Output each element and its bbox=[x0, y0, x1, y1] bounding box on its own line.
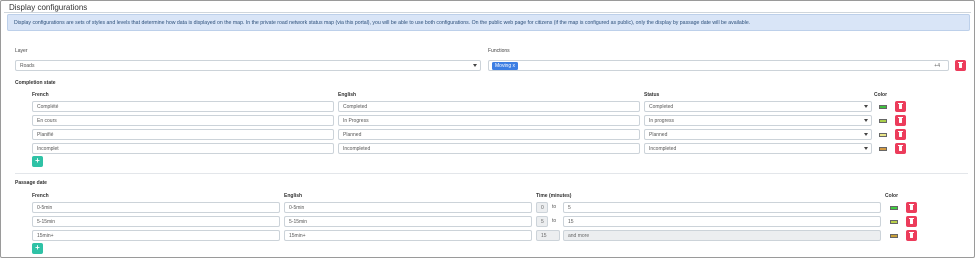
title-divider bbox=[4, 12, 971, 13]
trash-icon bbox=[909, 217, 914, 224]
color-swatch[interactable] bbox=[890, 206, 898, 210]
passage-row-french-input[interactable]: 15min+ bbox=[32, 230, 280, 241]
chevron-down-icon bbox=[864, 105, 868, 108]
trash-icon bbox=[898, 102, 903, 109]
color-swatch[interactable] bbox=[879, 119, 887, 123]
completion-row-english-input[interactable]: Completed bbox=[338, 101, 640, 112]
completion-row-french-input[interactable]: Planifié bbox=[32, 129, 334, 140]
completion-row-english-input[interactable]: In Progress bbox=[338, 115, 640, 126]
completion-header-english: English bbox=[338, 92, 357, 98]
layer-select[interactable]: Roads bbox=[15, 60, 481, 71]
passage-row-french-input[interactable]: 0-5min bbox=[32, 202, 280, 213]
completion-header-status: Status bbox=[644, 92, 660, 98]
trash-icon bbox=[898, 144, 903, 151]
page-title: Display configurations bbox=[9, 3, 88, 12]
time-to-input[interactable]: 5 bbox=[563, 202, 881, 213]
info-alert: Display configurations are sets of style… bbox=[7, 14, 970, 31]
passage-header-time: Time (minutes) bbox=[536, 193, 572, 199]
section-divider bbox=[15, 173, 968, 174]
tag-remove-icon[interactable]: x bbox=[513, 63, 516, 69]
completion-row-french-input[interactable]: En cours bbox=[32, 115, 334, 126]
completion-row-french-input[interactable]: Incomplet bbox=[32, 143, 334, 154]
color-swatch[interactable] bbox=[890, 234, 898, 238]
delete-row-button[interactable] bbox=[906, 230, 917, 241]
completion-row-status-select[interactable]: Planned bbox=[644, 129, 872, 140]
time-from-input[interactable]: 0 bbox=[536, 202, 548, 213]
trash-icon bbox=[909, 231, 914, 238]
chevron-down-icon bbox=[864, 119, 868, 122]
time-from-input[interactable]: 15 bbox=[536, 230, 560, 241]
delete-row-button[interactable] bbox=[895, 115, 906, 126]
function-tag-moving[interactable]: Moving x bbox=[492, 62, 519, 70]
completion-state-title: Completion state bbox=[15, 80, 56, 86]
passage-row-english-input[interactable]: 0-5min bbox=[284, 202, 532, 213]
chevron-down-icon bbox=[473, 64, 477, 67]
display-configurations-panel: Display configurations Display configura… bbox=[0, 0, 975, 258]
passage-row-french-input[interactable]: 5-15min bbox=[32, 216, 280, 227]
color-swatch[interactable] bbox=[890, 220, 898, 224]
completion-header-color: Color bbox=[874, 92, 888, 98]
completion-row-english-input[interactable]: Incompleted bbox=[338, 143, 640, 154]
delete-row-button[interactable] bbox=[895, 129, 906, 140]
time-and-more-label: and more bbox=[563, 230, 881, 241]
time-to-input[interactable]: 15 bbox=[563, 216, 881, 227]
chevron-down-icon bbox=[864, 133, 868, 136]
layer-select-value: Roads bbox=[20, 63, 35, 69]
trash-icon bbox=[898, 116, 903, 123]
passage-header-french: French bbox=[32, 193, 49, 199]
completion-row-status-select[interactable]: Completed bbox=[644, 101, 872, 112]
passage-row-english-input[interactable]: 15min+ bbox=[284, 230, 532, 241]
completion-row-english-input[interactable]: Planned bbox=[338, 129, 640, 140]
completion-row-status-select[interactable]: In progress bbox=[644, 115, 872, 126]
time-to-label: to bbox=[552, 218, 557, 224]
color-swatch[interactable] bbox=[879, 147, 887, 151]
completion-row-french-input[interactable]: Complété bbox=[32, 101, 334, 112]
trash-icon bbox=[898, 130, 903, 137]
passage-header-color: Color bbox=[885, 193, 899, 199]
passage-date-title: Passage date bbox=[15, 180, 47, 186]
delete-row-button[interactable] bbox=[906, 202, 917, 213]
chevron-down-icon bbox=[864, 147, 868, 150]
delete-row-button[interactable] bbox=[906, 216, 917, 227]
trash-icon bbox=[958, 61, 963, 68]
color-swatch[interactable] bbox=[879, 105, 887, 109]
completion-header-french: French bbox=[32, 92, 49, 98]
time-from-input[interactable]: 5 bbox=[536, 216, 548, 227]
trash-icon bbox=[909, 203, 914, 210]
delete-row-button[interactable] bbox=[895, 101, 906, 112]
add-completion-state-button[interactable]: + bbox=[32, 156, 43, 167]
add-passage-date-button[interactable]: + bbox=[32, 243, 43, 254]
functions-multiselect[interactable]: Moving x +4 bbox=[488, 60, 949, 71]
time-to-label: to bbox=[552, 204, 557, 210]
layer-label: Layer bbox=[15, 48, 28, 54]
color-swatch[interactable] bbox=[879, 133, 887, 137]
delete-row-button[interactable] bbox=[895, 143, 906, 154]
passage-row-english-input[interactable]: 5-15min bbox=[284, 216, 532, 227]
delete-functions-button[interactable] bbox=[955, 60, 966, 71]
functions-label: Functions bbox=[488, 48, 510, 54]
functions-more-count: +4 bbox=[934, 63, 940, 69]
passage-header-english: English bbox=[284, 193, 303, 199]
completion-row-status-select[interactable]: Incompleted bbox=[644, 143, 872, 154]
